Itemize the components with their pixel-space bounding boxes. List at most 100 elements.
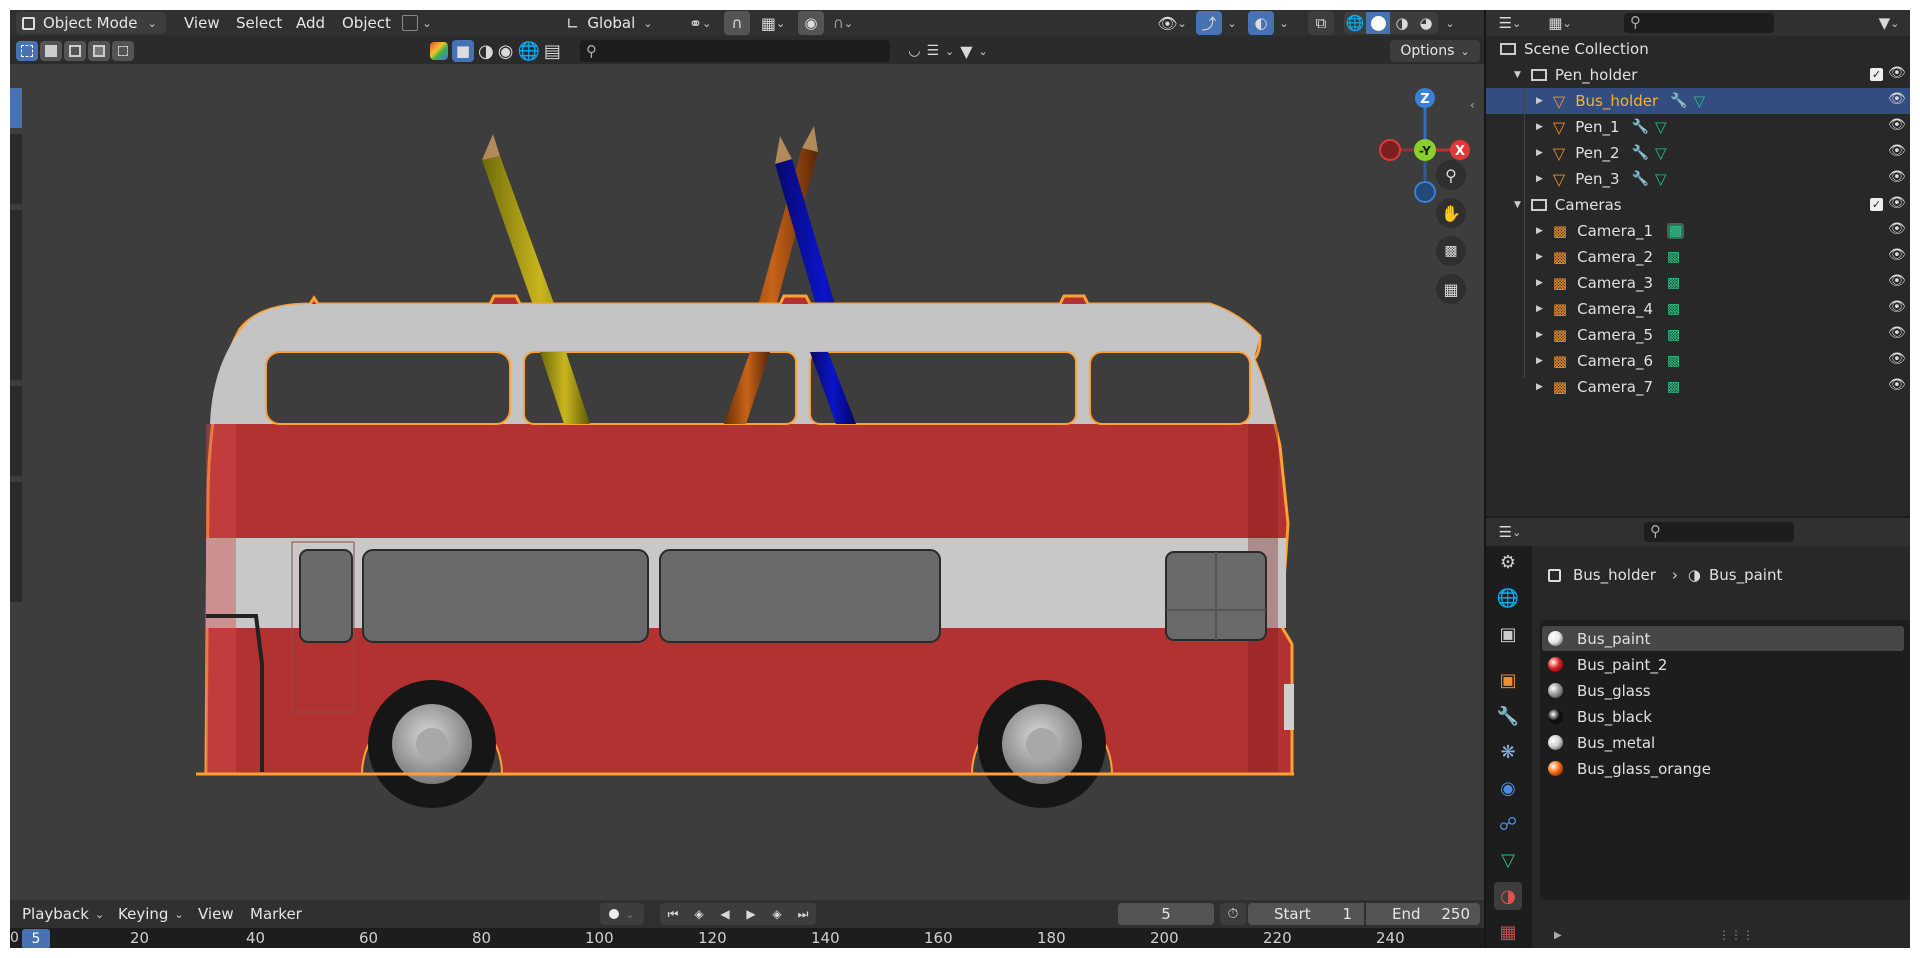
jump-start-icon[interactable]: ⏮ [660,907,686,922]
use-preview-range-toggle[interactable]: ⏱ [1220,903,1246,925]
light-filter-icon[interactable]: ◉ [498,41,514,62]
object-filter-icon[interactable]: ■ [452,40,474,62]
outliner-row[interactable]: ▶ ▩ Camera_5 ▩ 👁 [1486,322,1910,348]
transform-orientation[interactable]: ∟ Global ⌄ [566,12,670,34]
camera-data-icon[interactable]: ▩ [1667,249,1680,265]
material-slot[interactable]: Bus_paint_2 [1542,652,1904,677]
overlays-dropdown[interactable]: ⌄ [1276,12,1292,34]
mesh-data-icon[interactable]: ▽ [1655,118,1667,136]
timeline-view-menu[interactable]: View [198,905,234,923]
material-slot[interactable]: Bus_metal [1542,730,1904,755]
falloff-dropdown[interactable]: ∩ ⌄ [826,12,860,34]
expand-arrow-right-icon[interactable]: ▶ [1536,226,1543,236]
mesh-data-icon[interactable]: ▽ [1694,92,1706,110]
modifier-wrench-icon[interactable]: 🔧 [1670,93,1687,109]
select-invert-button[interactable] [88,41,110,61]
modifier-wrench-icon[interactable]: 🔧 [1632,119,1649,135]
select-new-button[interactable] [16,41,38,61]
prev-keyframe-icon[interactable]: ◈ [686,907,712,921]
eye-icon[interactable]: 👁 [1888,273,1906,289]
material-slot[interactable]: Bus_paint [1542,626,1904,651]
gizmo-axis-neg-z[interactable] [1414,181,1436,203]
outliner-row[interactable]: ▶ ▩ Camera_4 ▩ 👁 [1486,296,1910,322]
marker-menu[interactable]: Marker [250,905,302,923]
snap-target-dropdown[interactable]: ▦ ⌄ [754,12,792,34]
eye-icon[interactable]: 👁 [1888,221,1906,237]
outliner-filter-dropdown[interactable]: ▼ ⌄ [1874,13,1904,33]
play-icon[interactable]: ▶ [738,907,764,921]
outliner-row[interactable]: ▶ ▽ Pen_3 🔧 ▽ 👁 [1486,166,1910,192]
expand-arrow-down-icon[interactable]: ▼ [1514,200,1521,210]
tab-object[interactable]: ▣ [1494,666,1522,694]
area-divider[interactable] [1484,10,1486,948]
properties-editor-type[interactable]: ☰ ⌄ [1492,522,1528,542]
eye-icon[interactable]: 👁 [1888,377,1906,393]
world-filter-icon[interactable]: 🌐 [517,41,539,62]
current-frame-field[interactable]: 5 [1118,903,1214,925]
eye-icon[interactable]: 👁 [1888,169,1906,185]
tab-constraints[interactable]: ☍ [1494,810,1522,838]
eye-icon[interactable]: 👁 [1888,117,1906,133]
eye-icon[interactable]: 👁 [1888,351,1906,367]
exclude-checkbox[interactable]: ✓ [1870,68,1883,81]
outliner-search-input[interactable]: ⚲ [1624,13,1774,33]
material-slot-list[interactable]: Bus_paint Bus_paint_2 Bus_glass Bus_black Bu… [1540,620,1910,900]
current-frame-indicator[interactable]: 5 [22,929,50,948]
scene-collection-row[interactable]: Scene Collection [1486,36,1910,62]
timeline-ruler[interactable]: 5 20 40 60 80 100 120 140 160 180 200 220 240 [10,928,1484,948]
zoom-button[interactable]: ⚲ [1436,160,1466,190]
play-reverse-icon[interactable]: ◀ [712,907,738,921]
shading-rendered[interactable]: ◕ [1414,12,1438,34]
select-intersect-button[interactable] [112,41,134,61]
shading-material[interactable]: ◑ [1390,12,1414,34]
outliner-row[interactable]: ▶ ▩ Camera_7 ▩ 👁 [1486,374,1910,400]
outliner-row[interactable]: ▶ ▩ Camera_6 ▩ 👁 [1486,348,1910,374]
object-options-dropdown[interactable]: ⌄ [398,13,436,33]
keying-menu[interactable]: Keying ⌄ [118,904,184,924]
tab-material[interactable]: ◑ [1494,882,1522,910]
material-filter-icon[interactable]: ◑ [478,41,494,62]
mesh-data-icon[interactable]: ▽ [1655,144,1667,162]
eye-icon[interactable]: 👁 [1888,195,1906,211]
mode-selector[interactable]: Object Mode ⌄ [16,12,166,34]
editor-type-dropdown[interactable]: ☰ ⌄ [1492,13,1528,33]
list-resize-handle[interactable]: ⋮⋮⋮ [1718,928,1754,942]
expand-arrow-right-icon[interactable]: ▶ [1536,122,1543,132]
eye-icon[interactable]: 👁 [1888,91,1906,107]
viewport-search-input[interactable]: ⚲ [580,40,890,62]
expand-arrow-right-icon[interactable]: ▶ [1536,174,1543,184]
expand-arrow-right-icon[interactable]: ▶ [1536,304,1543,314]
eye-icon[interactable]: 👁 [1888,325,1906,341]
display-mode-dropdown[interactable]: ▦ ⌄ [1542,13,1578,33]
sidebar-collapse-arrow[interactable]: ‹ [1470,98,1475,112]
material-slot[interactable]: Bus_glass_orange [1542,756,1904,781]
tab-tool[interactable]: ⚙ [1494,548,1522,576]
gizmo-axis-neg-x[interactable] [1379,139,1401,161]
outliner-row[interactable]: ▶ ▽ Pen_1 🔧 ▽ 👁 [1486,114,1910,140]
start-frame-field[interactable]: Start 1 [1248,903,1364,925]
mesh-data-icon[interactable]: ▽ [1655,170,1667,188]
keyframe-record-button[interactable]: ⌄ [600,903,644,925]
gizmo-toggle[interactable]: ⤴ [1196,11,1222,35]
outliner-row[interactable]: ▶ ▩ Camera_1 ▩ 👁 [1486,218,1910,244]
select-subtract-button[interactable] [64,41,86,61]
pivot-point-dropdown[interactable]: ⚭ ⌄ [682,12,718,34]
ortho-toggle-button[interactable]: ▦ [1436,274,1466,304]
proportional-edit-toggle[interactable]: ◉ [798,11,824,35]
material-slot[interactable]: Bus_glass [1542,678,1904,703]
camera-data-icon[interactable]: ▩ [1667,353,1680,369]
eye-icon[interactable]: 👁 [1888,299,1906,315]
gizmo-dropdown[interactable]: ⌄ [1224,12,1240,34]
xray-toggle[interactable]: ⧉ [1308,11,1334,35]
playback-menu[interactable]: Playback ⌄ [22,904,104,924]
camera-data-icon[interactable]: ▩ [1667,327,1680,343]
expand-arrow-right-icon[interactable]: ▶ [1536,330,1543,340]
camera-data-icon[interactable]: ▩ [1667,379,1680,395]
expand-arrow-right-icon[interactable]: ▶ [1536,252,1543,262]
snap-toggle[interactable]: ∩ [724,11,750,35]
tab-texture[interactable]: ▦ [1494,918,1522,946]
tab-particles[interactable]: ❋ [1494,738,1522,766]
outliner-row[interactable]: ▼ Pen_holder ✓ 👁 [1486,62,1910,88]
outliner-row[interactable]: ▶ ▽ Pen_2 🔧 ▽ 👁 [1486,140,1910,166]
pan-button[interactable]: ✋ [1436,198,1466,228]
